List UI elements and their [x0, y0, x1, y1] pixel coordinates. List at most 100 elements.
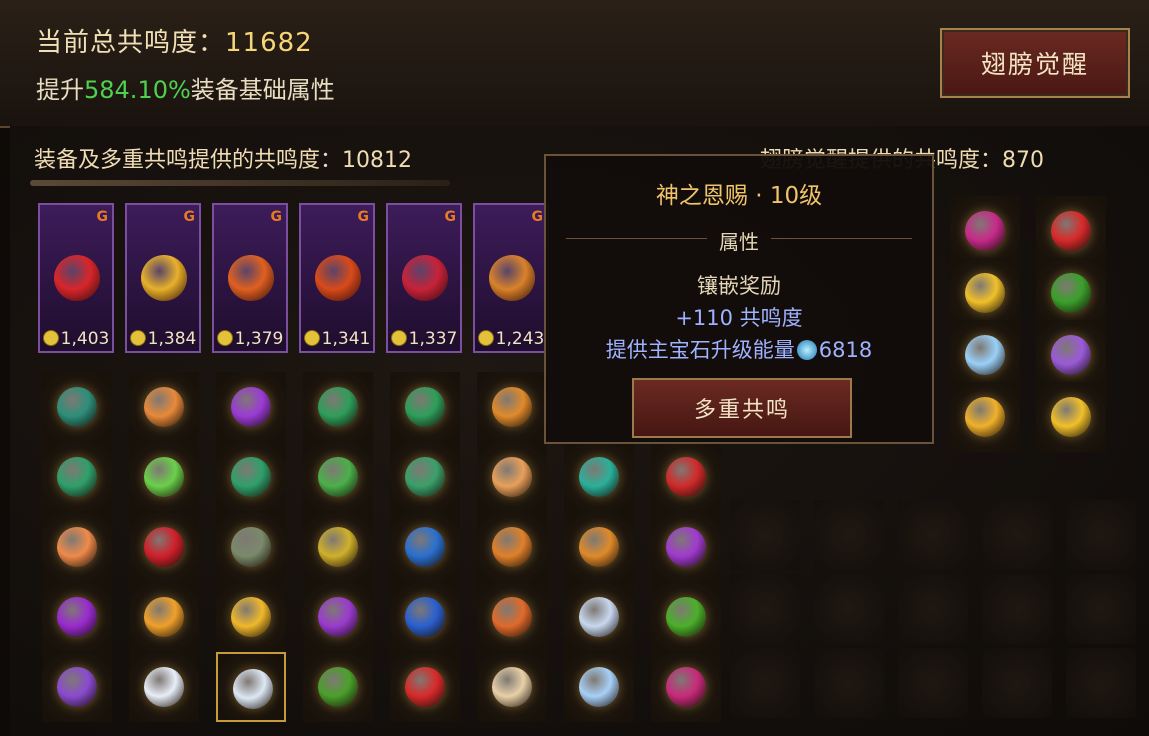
gem-icon: [318, 667, 358, 707]
gem-slot[interactable]: [42, 652, 112, 722]
gem-icon: [492, 667, 532, 707]
empty-slot[interactable]: [814, 648, 884, 718]
gem-icon: [405, 527, 445, 567]
gem-icon: [318, 457, 358, 497]
empty-slot[interactable]: [814, 574, 884, 644]
wing-gem-slot[interactable]: [1036, 320, 1106, 390]
gem-slot[interactable]: [42, 442, 112, 512]
gem-slot[interactable]: [216, 582, 286, 652]
equipment-card[interactable]: G 1,243: [473, 203, 549, 353]
wing-gem-slot[interactable]: [950, 320, 1020, 390]
empty-slot[interactable]: [1066, 574, 1136, 644]
wing-gem-slot[interactable]: [1036, 196, 1106, 266]
empty-slot[interactable]: [814, 500, 884, 570]
equipment-card[interactable]: G 1,379: [212, 203, 288, 353]
gem-icon: [492, 597, 532, 637]
tooltip-title: 神之恩赐 · 10级: [655, 183, 823, 209]
boost-percentage: 584.10%: [84, 76, 191, 104]
gem-slot[interactable]: [564, 582, 634, 652]
card-resonance-value: 1,379: [214, 329, 286, 349]
gem-slot[interactable]: [390, 442, 460, 512]
gem-slot[interactable]: [216, 512, 286, 582]
gem-slot[interactable]: [564, 442, 634, 512]
card-resonance-value: 1,403: [40, 329, 112, 349]
gem-slot[interactable]: [651, 512, 721, 582]
gem-slot[interactable]: [129, 442, 199, 512]
gem-slot[interactable]: [42, 582, 112, 652]
gem-icon: [965, 211, 1005, 251]
wing-gem-slot[interactable]: [1036, 258, 1106, 328]
gem-slot[interactable]: [303, 372, 373, 442]
gem-slot[interactable]: [42, 512, 112, 582]
empty-slot[interactable]: [898, 648, 968, 718]
empty-slot[interactable]: [982, 574, 1052, 644]
gem-slot[interactable]: [477, 652, 547, 722]
gem-slot[interactable]: [129, 512, 199, 582]
wing-gem-slot[interactable]: [1036, 382, 1106, 452]
gem-icon: [965, 335, 1005, 375]
gem-slot[interactable]: [42, 372, 112, 442]
wing-gem-slot[interactable]: [950, 382, 1020, 452]
wing-gem-slot[interactable]: [950, 196, 1020, 266]
gem-slot[interactable]: [477, 512, 547, 582]
empty-slot[interactable]: [730, 500, 800, 570]
gem-icon: [1051, 211, 1091, 251]
gem-slot[interactable]: [564, 652, 634, 722]
rank-icon: G: [357, 209, 370, 225]
equipment-card[interactable]: G 1,341: [299, 203, 375, 353]
gem-icon: [579, 597, 619, 637]
empty-slot[interactable]: [982, 500, 1052, 570]
equipment-card[interactable]: G 1,403: [38, 203, 114, 353]
coin-icon: [477, 330, 494, 346]
gem-slot[interactable]: [303, 652, 373, 722]
gem-slot[interactable]: [216, 442, 286, 512]
gem-slot[interactable]: [390, 582, 460, 652]
total-resonance: 当前总共鸣度：11682: [36, 28, 313, 58]
gem-slot[interactable]: [303, 442, 373, 512]
gem-slot[interactable]: [564, 512, 634, 582]
gem-slot[interactable]: [477, 582, 547, 652]
empty-slot[interactable]: [898, 500, 968, 570]
gem-icon: [233, 669, 273, 709]
gem-icon: [492, 527, 532, 567]
gem-slot[interactable]: [303, 582, 373, 652]
equipment-card[interactable]: G 1,337: [386, 203, 462, 353]
gem-icon: [1051, 335, 1091, 375]
empty-slot[interactable]: [898, 574, 968, 644]
coin-icon: [303, 330, 320, 346]
gem-icon: [144, 457, 184, 497]
gem-slot[interactable]: [216, 652, 286, 722]
empty-slot[interactable]: [982, 648, 1052, 718]
empty-slot[interactable]: [1066, 500, 1136, 570]
gem-slot[interactable]: [651, 652, 721, 722]
coin-icon: [390, 330, 407, 346]
gem-slot[interactable]: [651, 442, 721, 512]
gem-slot[interactable]: [129, 652, 199, 722]
gem-icon: [318, 597, 358, 637]
gem-icon: [1051, 273, 1091, 313]
gem-icon: [666, 527, 706, 567]
wing-gem-slot[interactable]: [950, 258, 1020, 328]
rank-icon: G: [183, 209, 196, 225]
multi-resonance-button[interactable]: 多重共鸣: [632, 378, 852, 438]
gem-slot[interactable]: [129, 582, 199, 652]
gem-slot[interactable]: [216, 372, 286, 442]
gem-slot[interactable]: [390, 512, 460, 582]
wing-awaken-button[interactable]: 翅膀觉醒: [940, 28, 1130, 98]
equipment-card[interactable]: G 1,384: [125, 203, 201, 353]
card-resonance-value: 1,243: [475, 329, 547, 349]
gem-slot[interactable]: [390, 372, 460, 442]
empty-slot[interactable]: [730, 648, 800, 718]
total-resonance-value: 11682: [225, 28, 313, 58]
gem-icon: [144, 597, 184, 637]
empty-slot[interactable]: [1066, 648, 1136, 718]
gem-slot[interactable]: [477, 442, 547, 512]
gem-slot[interactable]: [129, 372, 199, 442]
gem-slot[interactable]: [651, 582, 721, 652]
gem-slot[interactable]: [303, 512, 373, 582]
empty-slot[interactable]: [730, 574, 800, 644]
gem-icon: [666, 667, 706, 707]
gem-slot[interactable]: [477, 372, 547, 442]
gem-slot[interactable]: [390, 652, 460, 722]
gem-icon: [1051, 397, 1091, 437]
